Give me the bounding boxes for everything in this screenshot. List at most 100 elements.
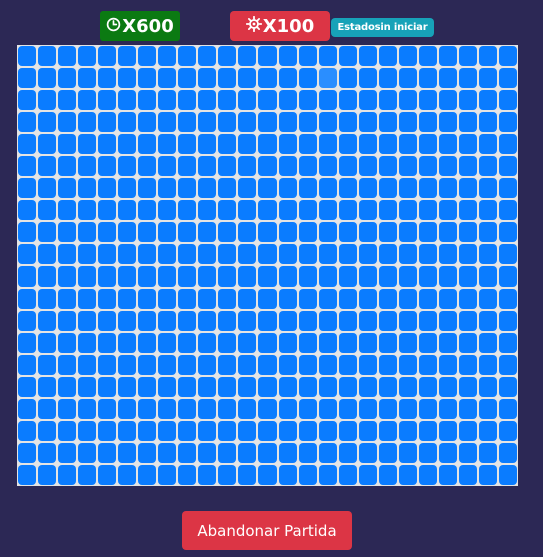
board-cell[interactable] (458, 222, 477, 243)
board-cell[interactable] (18, 310, 37, 331)
board-cell[interactable] (458, 134, 477, 155)
board-cell[interactable] (78, 464, 97, 485)
board-cell[interactable] (378, 222, 397, 243)
board-cell[interactable] (178, 200, 197, 221)
board-cell[interactable] (418, 178, 437, 199)
board-cell[interactable] (278, 376, 297, 397)
board-cell[interactable] (238, 244, 257, 265)
board-cell[interactable] (178, 112, 197, 133)
board-cell[interactable] (298, 398, 317, 419)
board-cell[interactable] (258, 244, 277, 265)
board-cell[interactable] (138, 68, 157, 89)
board-cell[interactable] (198, 420, 217, 441)
board-cell[interactable] (218, 244, 237, 265)
board-cell[interactable] (358, 200, 377, 221)
board-cell[interactable] (398, 376, 417, 397)
board-cell[interactable] (358, 354, 377, 375)
board-cell[interactable] (78, 398, 97, 419)
board-cell[interactable] (138, 90, 157, 111)
board-cell[interactable] (258, 420, 277, 441)
board-cell[interactable] (118, 332, 137, 353)
board-cell[interactable] (158, 354, 177, 375)
board-cell[interactable] (438, 376, 457, 397)
board-cell[interactable] (318, 112, 337, 133)
board-cell[interactable] (158, 310, 177, 331)
board-cell[interactable] (298, 288, 317, 309)
board-cell[interactable] (218, 156, 237, 177)
board-cell[interactable] (38, 266, 57, 287)
board-cell[interactable] (438, 332, 457, 353)
board-cell[interactable] (478, 354, 497, 375)
board-cell[interactable] (318, 90, 337, 111)
board-cell[interactable] (38, 376, 57, 397)
board-cell[interactable] (298, 222, 317, 243)
board-cell[interactable] (138, 112, 157, 133)
board-cell[interactable] (378, 398, 397, 419)
board-cell[interactable] (478, 398, 497, 419)
board-cell[interactable] (278, 464, 297, 485)
board-cell[interactable] (178, 310, 197, 331)
board-cell[interactable] (98, 354, 117, 375)
board-cell[interactable] (338, 244, 357, 265)
board-cell[interactable] (358, 420, 377, 441)
board-cell[interactable] (218, 288, 237, 309)
board-cell[interactable] (438, 266, 457, 287)
board-cell[interactable] (18, 288, 37, 309)
board-cell[interactable] (358, 68, 377, 89)
board-cell[interactable] (78, 200, 97, 221)
board-cell[interactable] (318, 156, 337, 177)
board-cell[interactable] (178, 90, 197, 111)
board-cell[interactable] (238, 156, 257, 177)
board-cell[interactable] (238, 200, 257, 221)
board-cell[interactable] (238, 332, 257, 353)
board-cell[interactable] (18, 420, 37, 441)
board-cell[interactable] (298, 244, 317, 265)
board-cell[interactable] (478, 46, 497, 67)
board-cell[interactable] (478, 332, 497, 353)
board-cell[interactable] (98, 442, 117, 463)
board-cell[interactable] (418, 310, 437, 331)
board-cell[interactable] (298, 200, 317, 221)
board-cell[interactable] (118, 266, 137, 287)
board-cell[interactable] (138, 288, 157, 309)
board-cell[interactable] (418, 134, 437, 155)
board-cell[interactable] (278, 420, 297, 441)
board-cell[interactable] (318, 46, 337, 67)
board-cell[interactable] (218, 376, 237, 397)
board-cell[interactable] (178, 178, 197, 199)
board-cell[interactable] (498, 178, 517, 199)
board-cell[interactable] (178, 288, 197, 309)
board-cell[interactable] (338, 398, 357, 419)
board-cell[interactable] (498, 156, 517, 177)
board-cell[interactable] (98, 398, 117, 419)
board-cell[interactable] (478, 442, 497, 463)
board-cell[interactable] (178, 332, 197, 353)
board-cell[interactable] (258, 178, 277, 199)
board-cell[interactable] (458, 464, 477, 485)
board-cell[interactable] (178, 134, 197, 155)
board-cell[interactable] (158, 376, 177, 397)
board-cell[interactable] (78, 376, 97, 397)
board-cell[interactable] (238, 442, 257, 463)
board-cell[interactable] (158, 464, 177, 485)
board-cell[interactable] (238, 398, 257, 419)
board-cell[interactable] (78, 112, 97, 133)
board-cell[interactable] (458, 112, 477, 133)
board-cell[interactable] (318, 398, 337, 419)
board-cell[interactable] (458, 46, 477, 67)
board-cell[interactable] (38, 398, 57, 419)
board-cell[interactable] (358, 90, 377, 111)
board-cell[interactable] (378, 178, 397, 199)
board-cell[interactable] (398, 222, 417, 243)
board-cell[interactable] (338, 222, 357, 243)
board-cell[interactable] (18, 376, 37, 397)
board-cell[interactable] (358, 398, 377, 419)
board-cell[interactable] (138, 156, 157, 177)
board-cell[interactable] (438, 112, 457, 133)
board-cell[interactable] (418, 222, 437, 243)
board-cell[interactable] (178, 156, 197, 177)
board-cell[interactable] (458, 288, 477, 309)
board-cell[interactable] (78, 134, 97, 155)
board-cell[interactable] (58, 244, 77, 265)
board-cell[interactable] (358, 46, 377, 67)
